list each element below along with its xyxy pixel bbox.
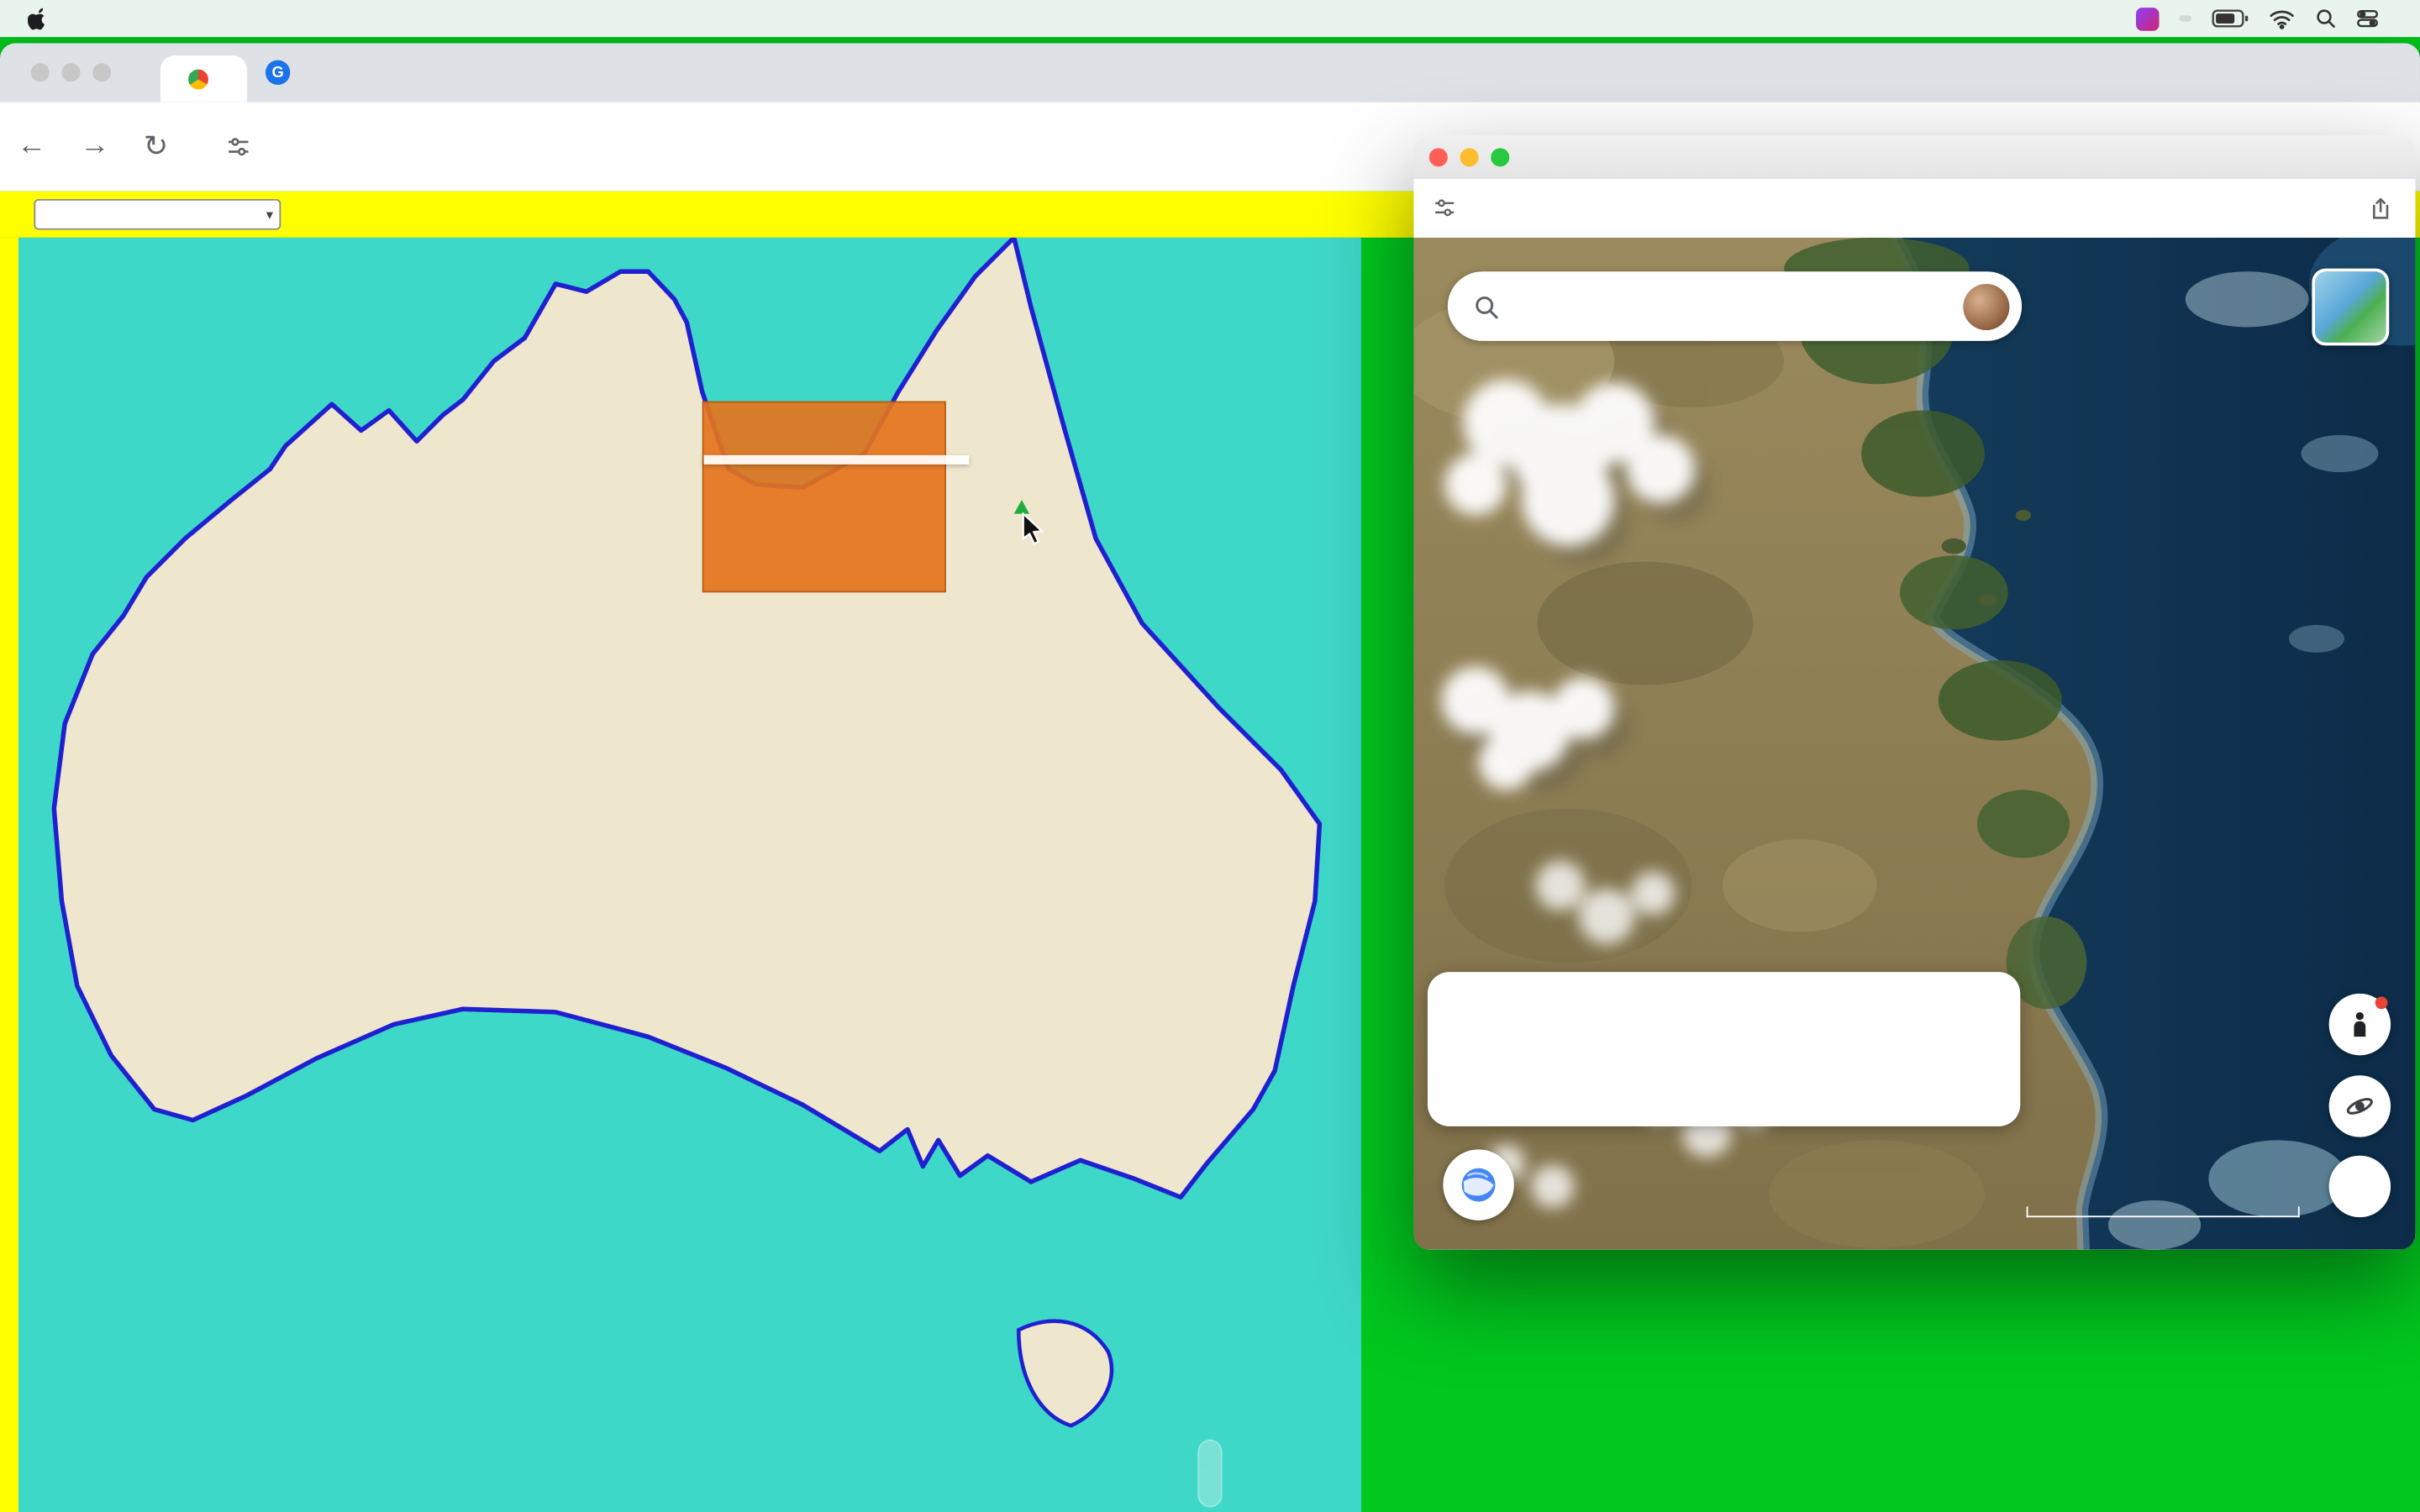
spotlight-icon[interactable] (2315, 8, 2337, 29)
ge-window-controls[interactable] (1429, 148, 1510, 166)
desktop: G ← → ↻ ▾ (0, 0, 2420, 1512)
site-info-icon[interactable] (1432, 196, 1456, 220)
select-arrow-icon: ▾ (266, 206, 273, 223)
battery-icon[interactable] (2212, 9, 2249, 28)
notification-dot (2375, 997, 2388, 1010)
overview-minimap[interactable] (2312, 269, 2389, 346)
close-window-button[interactable] (31, 63, 50, 81)
dock[interactable] (1197, 1440, 1222, 1508)
page-margin (0, 238, 18, 1512)
site-info-icon[interactable] (225, 134, 251, 160)
hovered-region-highlight[interactable] (702, 402, 946, 593)
ge-search-bar[interactable] (1448, 271, 2022, 341)
minimize-window-button[interactable] (1460, 148, 1479, 166)
active-tab[interactable] (160, 55, 247, 102)
orbit-button[interactable] (2329, 1075, 2391, 1137)
search-engine-select[interactable]: ▾ (34, 199, 281, 230)
status-app-icon[interactable] (2136, 7, 2160, 30)
ge-url-bar (1413, 179, 2415, 239)
google-earth-window (1413, 136, 2415, 1250)
zoom-window-button[interactable] (92, 63, 111, 81)
globe-layers-button[interactable] (1443, 1149, 1513, 1220)
region-tooltip (704, 455, 970, 465)
forward-button[interactable]: → (63, 129, 126, 163)
zoom-window-button[interactable] (1491, 148, 1509, 166)
input-source-indicator[interactable] (2179, 15, 2191, 21)
indigenous-map[interactable] (18, 238, 1361, 1512)
share-icon[interactable] (2368, 195, 2394, 221)
minimize-window-button[interactable] (61, 63, 80, 81)
pegman-button[interactable] (2329, 994, 2391, 1055)
apple-menu-icon[interactable] (28, 6, 50, 30)
ge-titlebar[interactable] (1413, 136, 2415, 181)
australia-map-svg[interactable] (18, 238, 1361, 1472)
wifi-icon[interactable] (2269, 8, 2295, 29)
close-window-button[interactable] (1429, 148, 1448, 166)
avatar[interactable] (1963, 283, 2009, 329)
menu-status-area (2136, 7, 2420, 30)
control-center-icon[interactable] (2357, 8, 2379, 29)
tab-favicon[interactable]: G (266, 60, 290, 85)
tab-strip: G (0, 43, 2420, 102)
mouse-cursor (1022, 512, 1045, 554)
scale-bar (2027, 1206, 2300, 1217)
back-button[interactable]: ← (0, 129, 63, 163)
3d-button[interactable] (2329, 1156, 2391, 1217)
projects-toast (1428, 972, 2020, 1126)
window-controls[interactable] (31, 63, 124, 81)
ge-viewport[interactable] (1413, 238, 2415, 1250)
reload-button[interactable]: ↻ (127, 129, 186, 164)
search-icon (1472, 292, 1500, 320)
menu-bar (0, 0, 2420, 37)
active-tab-favicon (188, 69, 208, 89)
